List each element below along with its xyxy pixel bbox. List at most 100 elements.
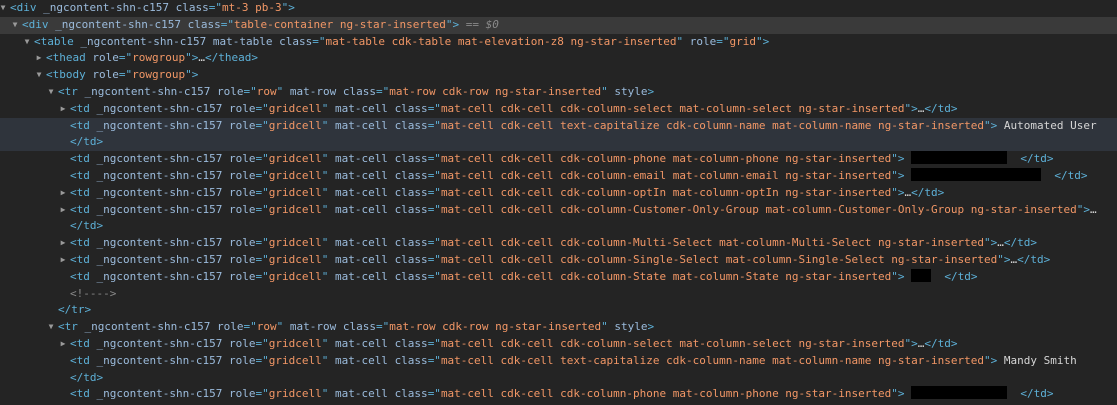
- attribute-name: role: [228, 101, 256, 115]
- tag-token: </td>: [1020, 152, 1054, 166]
- tag-token: ">: [984, 353, 998, 367]
- triangle-right-icon[interactable]: ▶: [58, 185, 68, 202]
- triangle-right-icon[interactable]: ▶: [34, 50, 44, 67]
- redacted-value-block: [911, 386, 1008, 400]
- attribute-name: _ngcontent-shn-c157: [96, 169, 223, 182]
- triangle-right-icon[interactable]: ▶: [58, 235, 68, 252]
- attribute-name: class: [342, 320, 376, 334]
- triangle-down-icon[interactable]: ▼: [10, 17, 20, 34]
- tag-token: <td: [70, 253, 90, 266]
- dom-node-line[interactable]: ▼ <tbody role="rowgroup">: [0, 67, 1117, 84]
- text-token: Automated User: [997, 118, 1097, 132]
- tag-token: <tr: [58, 320, 78, 334]
- triangle-down-icon[interactable]: ▼: [22, 34, 32, 51]
- dom-node-line[interactable]: <td _ngcontent-shn-c157 role="gridcell" …: [0, 168, 1117, 185]
- tag-token: </td>: [1054, 169, 1088, 182]
- tag-token: ">: [755, 34, 770, 48]
- tag-token: =": [427, 269, 441, 283]
- dom-node-line[interactable]: </td>: [0, 218, 1117, 235]
- tag-token: </td>: [924, 101, 958, 115]
- tag-token: <table: [34, 34, 74, 48]
- dom-node-line[interactable]: </td>: [0, 134, 1117, 152]
- triangle-right-icon[interactable]: ▶: [58, 252, 68, 269]
- tag-token: <td: [70, 236, 90, 250]
- tag-token: =": [255, 101, 269, 115]
- tag-token: =": [255, 253, 269, 266]
- dom-node-line[interactable]: ▶ <td _ngcontent-shn-c157 role="gridcell"…: [0, 235, 1117, 252]
- dom-node-line[interactable]: <td _ngcontent-shn-c157 role="gridcell" …: [0, 117, 1117, 135]
- tag-token: =": [118, 51, 133, 65]
- dom-node-line[interactable]: ▶ <thead role="rowgroup">…</thead>: [0, 50, 1117, 67]
- dom-node-line[interactable]: ▶ <td _ngcontent-shn-c157 role="gridcell"…: [0, 101, 1117, 118]
- triangle-right-icon[interactable]: ▶: [58, 202, 68, 219]
- tag-token: ">: [891, 152, 905, 166]
- dom-node-line[interactable]: <!---->: [0, 286, 1117, 303]
- tag-token: <td: [70, 337, 90, 350]
- attribute-value: gridcell: [268, 202, 322, 216]
- tag-token: </td>: [911, 185, 945, 199]
- dom-node-line[interactable]: <td _ngcontent-shn-c157 role="gridcell" …: [0, 386, 1117, 403]
- dom-node-line[interactable]: </tr>: [0, 302, 1117, 319]
- triangle-down-icon[interactable]: ▼: [46, 319, 56, 336]
- redacted-value-block: [911, 151, 1008, 165]
- dom-node-markup: </tr>: [58, 302, 91, 319]
- attribute-value: mat-cell cdk-cell text-capitalize cdk-co…: [440, 118, 984, 132]
- attribute-name: _ngcontent-shn-c157: [43, 1, 169, 14]
- tag-token: =": [220, 17, 234, 31]
- attribute-name: class: [394, 152, 428, 166]
- attribute-value: gridcell: [268, 353, 322, 367]
- tag-token: =": [255, 169, 269, 182]
- tag-token: =": [255, 387, 269, 401]
- attribute-value: mat-cell cdk-cell cdk-column-select mat-…: [440, 337, 905, 350]
- dom-node-line[interactable]: <td _ngcontent-shn-c157 role="gridcell" …: [0, 151, 1117, 168]
- tag-token: =": [243, 320, 257, 334]
- elements-panel-dom-tree: ▼ <div _ngcontent-shn-c157 class="mt-3 pb…: [0, 0, 1117, 405]
- attribute-name: mat-table: [212, 34, 273, 48]
- attribute-name: class: [394, 269, 428, 283]
- dom-node-line[interactable]: ▶ <td _ngcontent-shn-c157 role="gridcell"…: [0, 336, 1117, 353]
- dom-node-line[interactable]: ▶ <td _ngcontent-shn-c157 role="gridcell"…: [0, 185, 1117, 202]
- tag-token: ">: [891, 169, 905, 182]
- dom-node-markup: <td _ngcontent-shn-c157 role="gridcell" …: [70, 268, 978, 286]
- attribute-value: mat-cell cdk-cell cdk-column-State mat-c…: [440, 269, 892, 283]
- triangle-down-icon[interactable]: ▼: [46, 84, 56, 101]
- dom-node-line[interactable]: ▼ <div _ngcontent-shn-c157 class="mt-3 pb…: [0, 0, 1117, 17]
- dom-node-line[interactable]: ▼ <tr _ngcontent-shn-c157 role="row" mat-…: [0, 319, 1117, 336]
- tag-token: =": [375, 85, 390, 98]
- redacted-value-block: [911, 168, 1042, 181]
- tag-token: <td: [70, 185, 90, 199]
- attribute-name: _ngcontent-shn-c157: [96, 185, 223, 199]
- triangle-down-icon[interactable]: ▼: [0, 0, 8, 17]
- dom-node-line[interactable]: ▶ <td _ngcontent-shn-c157 role="gridcell"…: [0, 202, 1117, 219]
- attribute-value: gridcell: [268, 337, 322, 350]
- attribute-value: mat-row cdk-row ng-star-inserted: [389, 85, 602, 98]
- triangle-down-icon[interactable]: ▼: [34, 67, 44, 84]
- dom-node-line[interactable]: <td _ngcontent-shn-c157 role="gridcell" …: [0, 353, 1117, 370]
- triangle-right-icon[interactable]: ▶: [58, 336, 68, 353]
- dom-node-line[interactable]: ▼ <table _ngcontent-shn-c157 mat-table cl…: [0, 34, 1117, 51]
- triangle-right-icon[interactable]: ▶: [58, 101, 68, 118]
- attribute-name: _ngcontent-shn-c157: [96, 253, 223, 266]
- dom-node-line[interactable]: </td>: [0, 370, 1117, 387]
- dom-node-line[interactable]: ▶ <td _ngcontent-shn-c157 role="gridcell"…: [0, 252, 1117, 269]
- dom-node-line[interactable]: ▼ <div _ngcontent-shn-c157 class="table-c…: [0, 16, 1117, 34]
- dom-node-line[interactable]: <td _ngcontent-shn-c157 role="gridcell" …: [0, 268, 1117, 286]
- attribute-value: row: [256, 320, 277, 334]
- dom-node-line[interactable]: ▼ <tr _ngcontent-shn-c157 role="row" mat-…: [0, 84, 1117, 101]
